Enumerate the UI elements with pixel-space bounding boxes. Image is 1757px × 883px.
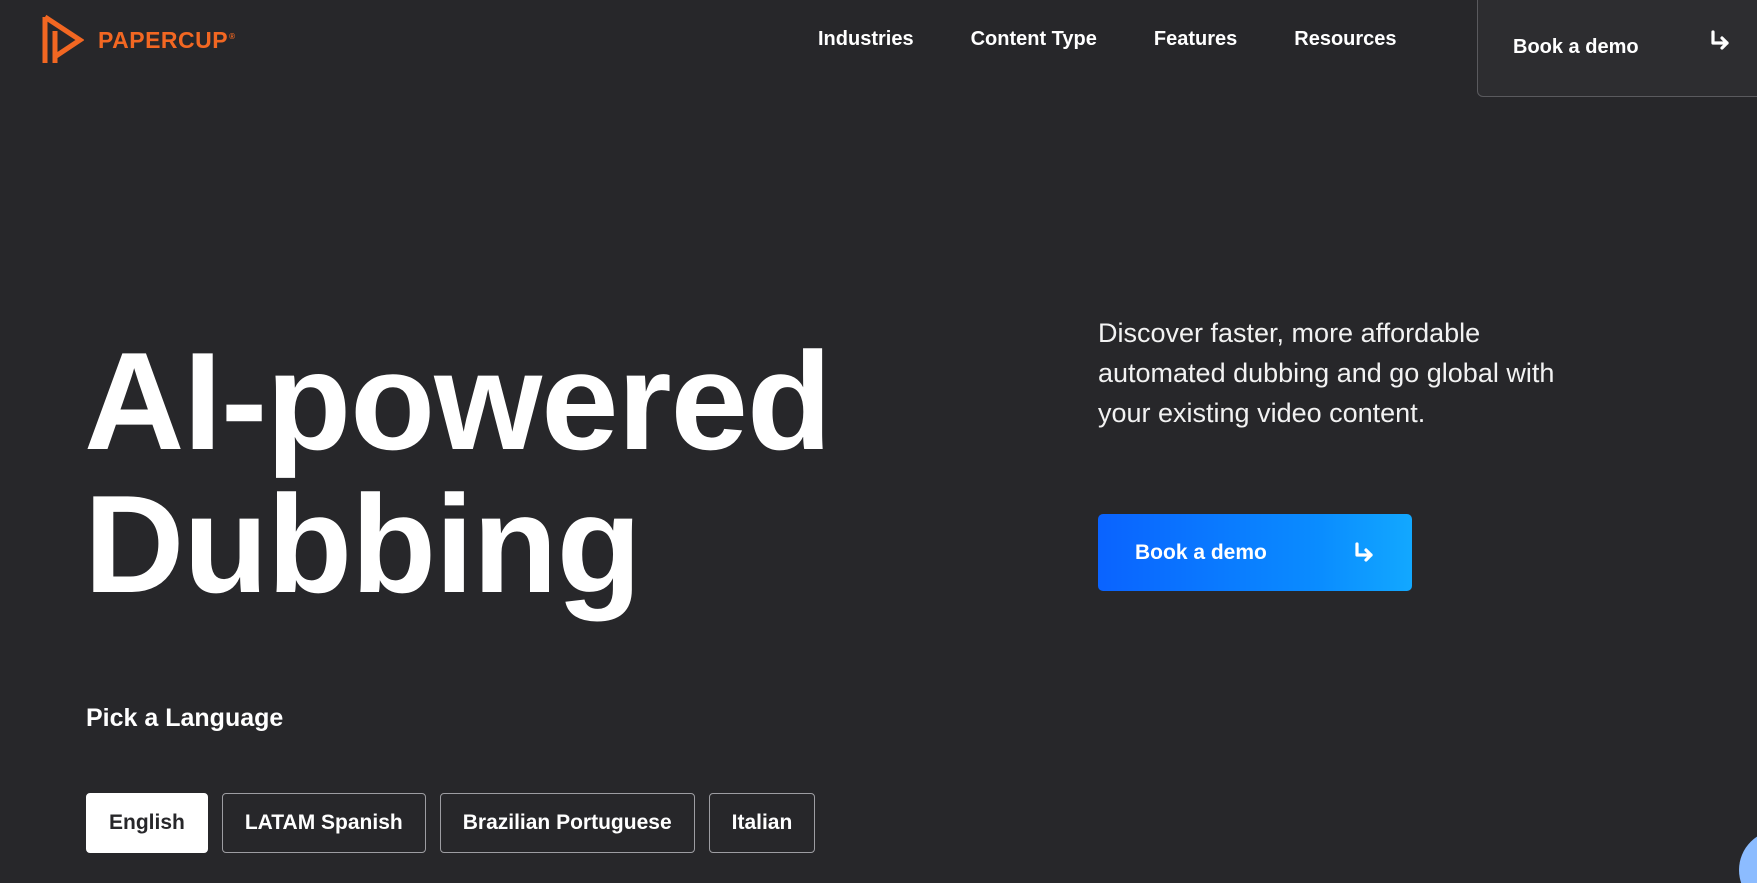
chat-widget-button[interactable] <box>1739 830 1757 883</box>
hero-title: AI-powered Dubbing <box>84 324 832 622</box>
hero-book-demo-button[interactable]: Book a demo <box>1098 514 1412 591</box>
language-picker: English LATAM Spanish Brazilian Portugue… <box>86 793 816 853</box>
language-picker-heading: Pick a Language <box>86 704 284 732</box>
registered-mark: ® <box>229 31 236 41</box>
hero-book-demo-label: Book a demo <box>1135 540 1267 564</box>
papercup-logo-icon <box>42 14 84 63</box>
nav-item-content-type[interactable]: Content Type <box>971 28 1097 51</box>
page: PAPERCUP® Industries Content Type Featur… <box>0 0 1757 883</box>
language-option-italian[interactable]: Italian <box>708 793 816 853</box>
header-book-demo-button[interactable]: Book a demo <box>1477 0 1757 97</box>
language-option-english[interactable]: English <box>86 793 208 853</box>
language-option-latam-spanish[interactable]: LATAM Spanish <box>221 793 426 853</box>
nav-item-features[interactable]: Features <box>1154 28 1237 51</box>
header-book-demo-label: Book a demo <box>1513 36 1639 58</box>
hero-title-line-2: Dubbing <box>84 467 642 622</box>
brand-name: PAPERCUP® <box>98 26 236 53</box>
papercup-logo[interactable]: PAPERCUP® <box>42 14 236 66</box>
arrow-turn-down-right-icon <box>1355 542 1373 562</box>
nav-item-industries[interactable]: Industries <box>818 28 914 51</box>
main-nav: Industries Content Type Features Resourc… <box>818 28 1397 51</box>
hero-title-line-1: AI-powered <box>84 324 832 479</box>
hero-description: Discover faster, more affordable automat… <box>1098 318 1555 428</box>
language-option-brazilian-portuguese[interactable]: Brazilian Portuguese <box>439 793 695 853</box>
arrow-turn-down-right-icon <box>1711 30 1729 50</box>
nav-item-resources[interactable]: Resources <box>1294 28 1396 51</box>
